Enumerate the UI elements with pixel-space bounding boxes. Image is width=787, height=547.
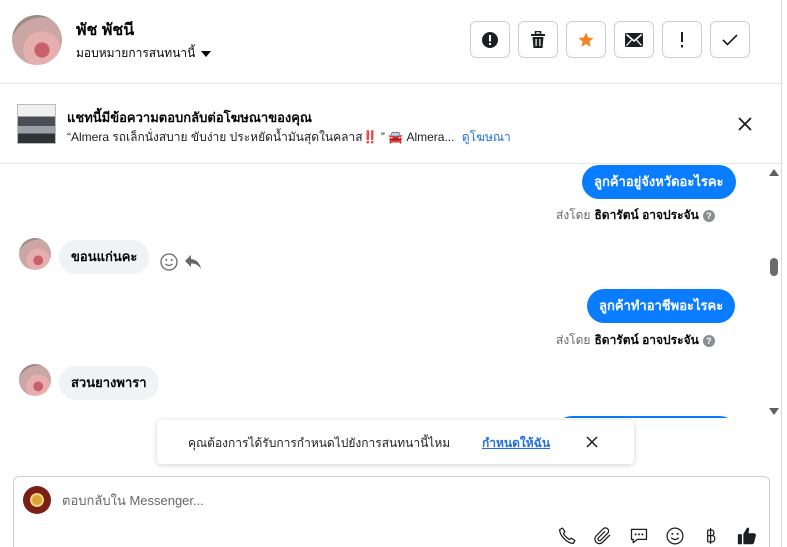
scrollbar-thumb[interactable]: [770, 258, 778, 276]
caret-down-icon: [201, 50, 212, 57]
close-icon: [586, 436, 598, 448]
contact-name[interactable]: พัช พัชนี: [76, 18, 134, 43]
message-bubble-outgoing[interactable]: ลูกค้าทำอาชีพอะไรคะ: [587, 289, 736, 323]
saved-reply-icon: [630, 528, 648, 544]
sent-by-label: ส่งโดย ธิดารัตน์ อาจประจัน ?: [556, 206, 715, 225]
contact-avatar[interactable]: [12, 15, 62, 65]
ad-reply-banner: แชทนี้มีข้อความตอบกลับต่อโฆษณาของคุณ “Al…: [0, 85, 781, 164]
message-bubble-incoming[interactable]: ขอนแก่นคะ: [59, 240, 150, 274]
conversation-header: พัช พัชนี มอบหมายการสนทนานี้: [0, 0, 781, 84]
envelope-icon: [625, 32, 643, 47]
follow-up-button[interactable]: [662, 21, 702, 58]
ad-banner-title: แชทนี้มีข้อความตอบกลับต่อโฆษณาของคุณ: [67, 110, 312, 125]
emoji-icon: [666, 527, 684, 545]
assign-prompt: คุณต้องการได้รับการกำหนดไปยังการสนทนานี้…: [157, 420, 634, 464]
star-button[interactable]: [566, 21, 606, 58]
ad-text: “Almera รถเล็กนั่งสบาย ขับง่าย ประหยัดน้…: [67, 130, 455, 144]
trash-icon: [531, 30, 545, 48]
message-bubble-outgoing[interactable]: ลูกค้าอยู่จังหวัดอะไรคะ: [582, 165, 736, 199]
mark-spam-button[interactable]: [470, 21, 510, 58]
ad-banner-subtitle: “Almera รถเล็กนั่งสบาย ขับง่าย ประหยัดน้…: [67, 128, 511, 147]
assign-dropdown[interactable]: มอบหมายการสนทนานี้: [76, 44, 212, 63]
reply-input[interactable]: [62, 490, 742, 510]
close-banner-button[interactable]: [734, 113, 756, 135]
assign-to-me-link[interactable]: กำหนดให้ฉัน: [482, 434, 550, 453]
delete-button[interactable]: [518, 21, 558, 58]
alert-circle-icon: [482, 31, 498, 48]
sender-name: ธิดารัตน์ อาจประจัน: [594, 208, 699, 222]
contact-avatar-small[interactable]: [19, 238, 51, 270]
react-button[interactable]: [159, 252, 179, 272]
scroll-down-arrow-icon[interactable]: [769, 408, 779, 415]
message-thread[interactable]: ลูกค้าอยู่จังหวัดอะไรคะ ส่งโดย ธิดารัตน์…: [0, 165, 781, 418]
sent-by-prefix: ส่งโดย: [556, 333, 591, 347]
ad-thumbnail[interactable]: [17, 104, 56, 144]
assign-prompt-text: คุณต้องการได้รับการกำหนดไปยังการสนทนานี้…: [188, 436, 451, 450]
contact-avatar-small[interactable]: [19, 364, 51, 396]
check-icon: [722, 33, 738, 46]
paperclip-icon: [594, 527, 611, 545]
star-icon: [578, 32, 594, 47]
emoji-button[interactable]: [664, 525, 686, 547]
mark-unread-button[interactable]: [614, 21, 654, 58]
sent-by-label: ส่งโดย ธิดารัตน์ อาจประจัน ?: [556, 331, 715, 350]
help-icon[interactable]: ?: [702, 209, 715, 222]
call-button[interactable]: [556, 525, 578, 547]
scroll-up-arrow-icon[interactable]: [769, 169, 779, 176]
sent-by-prefix: ส่งโดย: [556, 208, 591, 222]
view-ad-link[interactable]: ดูโฆษณา: [462, 130, 511, 144]
exclamation-icon: [681, 31, 683, 47]
mark-done-button[interactable]: [710, 21, 750, 58]
baht-icon: [707, 528, 716, 544]
page-avatar: [23, 486, 51, 514]
reply-button[interactable]: [183, 252, 203, 272]
payment-button[interactable]: [700, 525, 722, 547]
dismiss-prompt-button[interactable]: [583, 433, 601, 451]
smiley-icon: [160, 253, 178, 271]
help-icon[interactable]: ?: [702, 334, 715, 347]
page-logo: [30, 493, 44, 507]
thumbs-up-icon: [737, 527, 756, 545]
close-icon: [738, 117, 752, 131]
phone-icon: [559, 527, 576, 544]
reply-arrow-icon: [185, 255, 201, 269]
attach-button[interactable]: [592, 525, 614, 547]
assign-label: มอบหมายการสนทนานี้: [76, 46, 196, 60]
like-button[interactable]: [736, 525, 758, 547]
message-bubble-incoming[interactable]: สวนยางพารา: [59, 366, 159, 400]
message-bubble-outgoing-partial[interactable]: [555, 416, 737, 418]
reply-composer: [13, 476, 770, 547]
saved-replies-button[interactable]: [628, 525, 650, 547]
window-edge: [781, 0, 782, 547]
sender-name: ธิดารัตน์ อาจประจัน: [594, 333, 699, 347]
